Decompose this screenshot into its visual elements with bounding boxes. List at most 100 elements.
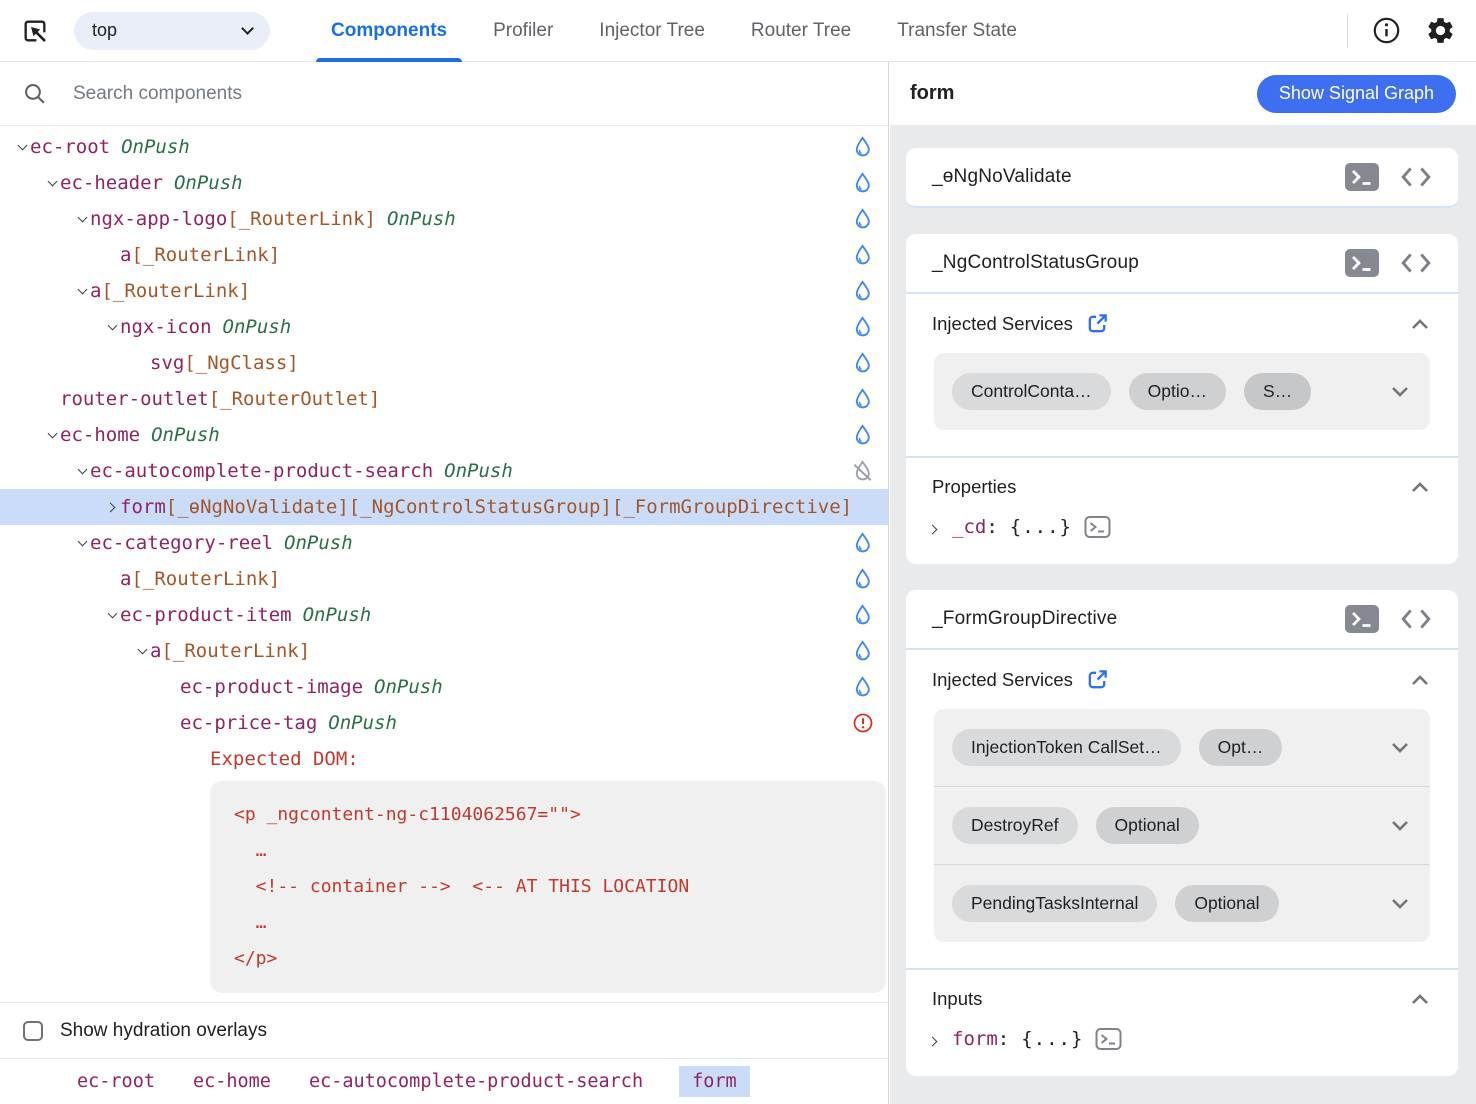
chevron-up-icon (1408, 989, 1432, 1009)
open-in-console-button[interactable] (1344, 248, 1380, 278)
service-chip[interactable]: S… (1244, 373, 1311, 410)
show-signal-graph-button[interactable]: Show Signal Graph (1257, 75, 1456, 113)
terminal-icon (1344, 604, 1380, 634)
view-source-button[interactable] (1400, 164, 1432, 190)
tree-node-a[interactable]: a[_RouterLink] (0, 633, 888, 669)
tree-node-text: ngx-app-logo[_RouterLink]OnPush (90, 208, 456, 230)
external-link-icon (1086, 312, 1109, 335)
tab-router-tree[interactable]: Router Tree (728, 0, 874, 62)
collapse-section-button[interactable] (1408, 477, 1432, 497)
component-search-bar (0, 62, 888, 126)
settings-button[interactable] (1425, 15, 1456, 46)
tree-node-router-outlet[interactable]: router-outlet[_RouterOutlet] (0, 381, 888, 417)
detail-body: _ɵNgNoValidate _N (890, 126, 1476, 1104)
injected-services-heading: Injected Services (906, 294, 1458, 341)
devtools-toolbar: top ComponentsProfilerInjector TreeRoute… (0, 0, 1476, 62)
service-chip[interactable]: DestroyRef (952, 807, 1078, 844)
frame-selector-dropdown[interactable]: top (74, 12, 270, 50)
hydration-overlay-label: Show hydration overlays (60, 1020, 267, 1042)
expand-chevron-icon[interactable] (928, 525, 938, 535)
chevron-down-icon[interactable] (17, 141, 27, 151)
tree-node-text: ngx-iconOnPush (120, 316, 291, 338)
component-tree: ec-rootOnPushec-headerOnPush ngx-app-logo… (0, 126, 888, 1002)
directive-card-header: _ɵNgNoValidate (906, 148, 1458, 206)
service-chip[interactable]: Optional (1096, 807, 1199, 844)
injected-services-label: Injected Services (932, 313, 1073, 335)
inspect-element-icon[interactable] (20, 16, 50, 46)
tree-node-text: a[_RouterLink] (90, 280, 250, 302)
chevron-down-icon[interactable] (47, 429, 57, 439)
service-chip[interactable]: PendingTasksInternal (952, 885, 1157, 922)
collapse-section-button[interactable] (1408, 989, 1432, 1009)
inputs-label: Inputs (932, 988, 982, 1010)
input-row[interactable]: form : {...} (906, 1016, 1458, 1076)
open-in-console-button[interactable] (1344, 162, 1380, 192)
open-in-console-button[interactable] (1344, 604, 1380, 634)
search-input[interactable] (71, 82, 866, 106)
tab-injector-tree[interactable]: Injector Tree (576, 0, 728, 62)
service-chip[interactable]: Opt… (1199, 729, 1283, 766)
breadcrumb-item-ec-root[interactable]: ec-root (75, 1066, 157, 1097)
chevron-down-icon[interactable] (107, 321, 117, 331)
service-chip[interactable]: Optio… (1129, 373, 1226, 410)
input-separator: : (998, 1028, 1009, 1050)
expand-service-button[interactable] (1378, 738, 1412, 758)
log-to-console-button[interactable] (1084, 516, 1111, 538)
chevron-down-icon[interactable] (77, 285, 87, 295)
chevron-up-icon (1408, 670, 1432, 690)
tree-node-svg[interactable]: svg[_NgClass] (0, 345, 888, 381)
open-injector-graph-link[interactable] (1086, 312, 1109, 335)
service-chip[interactable]: Optional (1175, 885, 1278, 922)
chevron-down-icon[interactable] (77, 213, 87, 223)
chevron-down-icon[interactable] (47, 177, 57, 187)
tree-node-ngx-app-logo[interactable]: ngx-app-logo[_RouterLink]OnPush (0, 201, 888, 237)
about-button[interactable] (1372, 16, 1401, 45)
tree-node-ec-root[interactable]: ec-rootOnPush (0, 129, 888, 165)
tab-transfer-state[interactable]: Transfer State (874, 0, 1040, 62)
directive-card-formgroupdirective: _FormGroupDirective Injected Serv (906, 590, 1458, 1076)
property-separator: : (986, 516, 997, 538)
expand-service-button[interactable] (1378, 816, 1412, 836)
tree-node-ec-price-tag[interactable]: ec-price-tagOnPush (0, 705, 888, 741)
tree-node-a[interactable]: a[_RouterLink] (0, 237, 888, 273)
tree-node-a[interactable]: a[_RouterLink] (0, 561, 888, 597)
component-tree-panel: ec-rootOnPushec-headerOnPush ngx-app-logo… (0, 62, 889, 1104)
tree-node-text: a[_RouterLink] (150, 640, 310, 662)
chevron-down-icon[interactable] (77, 537, 87, 547)
detail-header: form Show Signal Graph (890, 62, 1476, 126)
chevron-right-icon[interactable] (106, 502, 116, 512)
breadcrumb-item-form[interactable]: form (679, 1066, 750, 1097)
tree-node-ngx-icon[interactable]: ngx-iconOnPush (0, 309, 888, 345)
tree-node-a[interactable]: a[_RouterLink] (0, 273, 888, 309)
open-injector-graph-link[interactable] (1086, 668, 1109, 691)
expand-chevron-icon[interactable] (928, 1037, 938, 1047)
tree-node-text: ec-homeOnPush (60, 424, 220, 446)
property-row[interactable]: _cd : {...} (906, 504, 1458, 564)
service-chip[interactable]: ControlConta… (952, 373, 1111, 410)
tree-node-ec-product-item[interactable]: ec-product-itemOnPush (0, 597, 888, 633)
hydration-overlay-checkbox[interactable] (23, 1021, 43, 1041)
view-source-button[interactable] (1400, 250, 1432, 276)
tree-node-ec-product-image[interactable]: ec-product-imageOnPush (0, 669, 888, 705)
breadcrumb-item-ec-autocomplete-product-search[interactable]: ec-autocomplete-product-search (307, 1066, 645, 1097)
tree-node-text: svg[_NgClass] (150, 352, 299, 374)
view-source-button[interactable] (1400, 606, 1432, 632)
tree-node-ec-autocomplete-product-search[interactable]: ec-autocomplete-product-searchOnPush (0, 453, 888, 489)
expand-service-button[interactable] (1378, 894, 1412, 914)
tree-node-ec-category-reel[interactable]: ec-category-reelOnPush (0, 525, 888, 561)
tree-node-ec-header[interactable]: ec-headerOnPush (0, 165, 888, 201)
injected-service-row: DestroyRef Optional (934, 786, 1430, 864)
chevron-down-icon[interactable] (107, 609, 117, 619)
chevron-down-icon[interactable] (137, 645, 147, 655)
log-to-console-button[interactable] (1095, 1028, 1122, 1050)
chevron-down-icon[interactable] (77, 465, 87, 475)
tree-node-form[interactable]: form[_ɵNgNoValidate][_NgControlStatusGro… (0, 489, 888, 525)
breadcrumb-item-ec-home[interactable]: ec-home (191, 1066, 273, 1097)
tree-node-ec-home[interactable]: ec-homeOnPush (0, 417, 888, 453)
service-chip[interactable]: InjectionToken CallSet… (952, 729, 1181, 766)
tab-profiler[interactable]: Profiler (470, 0, 576, 62)
tab-components[interactable]: Components (308, 0, 470, 62)
collapse-section-button[interactable] (1408, 314, 1432, 334)
collapse-section-button[interactable] (1408, 670, 1432, 690)
expand-service-button[interactable] (1378, 382, 1412, 402)
